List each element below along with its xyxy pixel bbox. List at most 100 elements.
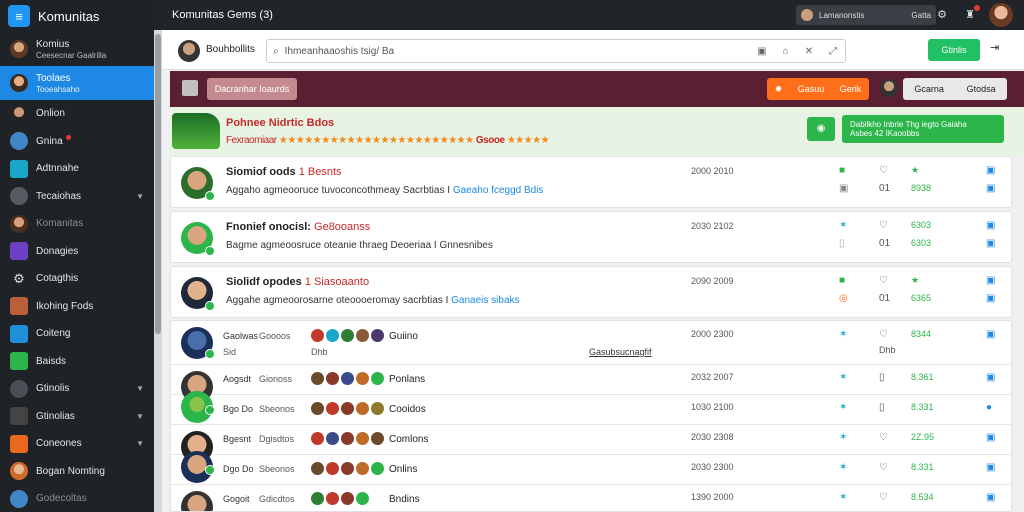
trash-icon[interactable]: ▣ <box>986 462 995 473</box>
chevron-down-icon: ▼ <box>136 439 144 449</box>
sidebar-item-bogan-nomting[interactable]: Bogan Nomting <box>0 458 154 486</box>
orange-button[interactable]: ✹ Gasuu Gerik <box>767 78 869 100</box>
emoji-icon <box>371 329 384 342</box>
row-time: 2000 2300 <box>691 329 734 339</box>
trash-icon[interactable]: ▣ <box>986 372 995 383</box>
post-link[interactable]: Gaeaho fceggd Bdis <box>453 185 544 196</box>
online-badge <box>205 349 215 359</box>
star-icon[interactable]: ✶ <box>839 372 847 383</box>
star-icon[interactable]: ✶ <box>839 220 847 231</box>
bookmark-icon[interactable]: ♡ <box>879 492 888 503</box>
sidebar-scrollbar[interactable] <box>154 30 162 512</box>
gray-button[interactable]: Gcarna Gtodsa <box>903 78 1007 100</box>
trash-icon[interactable]: ▣ <box>986 165 995 176</box>
table-row[interactable]: Bgesnt Dgisdtos Comlons 2030 2308 ✶ ♡ 2Z.… <box>171 425 1011 463</box>
sidebar-item-baisds[interactable]: Baisds <box>0 348 154 376</box>
avatar[interactable] <box>880 79 898 97</box>
sidebar-item-komanitas[interactable]: Komanitas <box>0 210 154 238</box>
sidebar-item-cotagthis[interactable]: ⚙ Cotagthis <box>0 265 154 293</box>
bookmark-icon[interactable] <box>182 80 198 96</box>
sidebar-item-gtinolis[interactable]: Gtinolis ▼ <box>0 375 154 403</box>
sidebar-item-donagies[interactable]: Donagies <box>0 238 154 266</box>
sidebar-item-active[interactable]: Toolaes Tooeahsaho <box>0 66 154 100</box>
sidebar-item-profile[interactable]: Komius Ceesecnar Gaalrilla <box>0 32 154 66</box>
table-row[interactable]: Gaolwas Goooos Sid Dhb Guiino Gasubsucnagf… <box>171 321 1011 365</box>
compose-input[interactable]: ⌕ Ihmeanhaaoshis tsig/ Ba ▣ ⌂ ✕ ⤢ <box>266 39 846 63</box>
sidebar-item-online[interactable]: Onlion <box>0 100 154 128</box>
bookmark-icon[interactable]: ♡ <box>879 275 888 286</box>
sidebar-item-coneones[interactable]: Coneones ▼ <box>0 430 154 458</box>
table-row[interactable]: Bgo Do Sbeonos Cooidos 1030 2100 ✶ ▯ 8.33… <box>171 391 1011 425</box>
sidebar-item-ikohing-fods[interactable]: Ikohing Fods <box>0 293 154 321</box>
bookmark-icon[interactable]: ♡ <box>879 329 888 340</box>
share-icon[interactable]: ⇥ <box>990 41 999 54</box>
file-icon[interactable]: ▯ <box>839 238 845 249</box>
notification-badge <box>974 5 980 11</box>
close-icon[interactable]: ✕ <box>805 46 813 57</box>
bookmark-icon[interactable]: ♡ <box>879 165 888 176</box>
trash-icon[interactable]: ▣ <box>986 329 995 340</box>
table-row[interactable]: Dgo Do Sbeonos Onlins 2030 2300 ✶ ♡ 8.331… <box>171 451 1011 485</box>
post-link[interactable]: Ganaeis sibaks <box>451 295 519 306</box>
emoji-icon <box>311 492 324 505</box>
scrollbar-thumb[interactable] <box>155 34 161 334</box>
image-icon[interactable]: ▣ <box>839 183 848 194</box>
trash-icon[interactable]: ▣ <box>986 432 995 443</box>
avatar <box>181 491 213 511</box>
table-row[interactable]: Aogsdt Gionoss Ponlans 2032 2007 ✶ ▯ 8.36… <box>171 365 1011 403</box>
clock-icon[interactable]: ◎ <box>839 293 848 304</box>
sidebar-item-tecaiohas[interactable]: Tecaiohas ▼ <box>0 183 154 211</box>
star-icon[interactable]: ✶ <box>839 402 847 413</box>
sidebar-item-label: Gnina <box>36 135 63 147</box>
refresh-icon[interactable]: ◉ <box>807 117 835 141</box>
bookmark-icon[interactable]: ♡ <box>879 462 888 473</box>
star-icon[interactable]: ★ <box>911 275 919 286</box>
post-desc: Bagme agmeoosruce oteanie thraeg Deoeria… <box>226 240 493 251</box>
avatar <box>178 40 200 62</box>
compose-bar: Bouhbollits ⌕ Ihmeanhaaoshis tsig/ Ba ▣ ⌂… <box>162 30 1024 70</box>
sidebar-item-coiteng[interactable]: Coiteng <box>0 320 154 348</box>
flag-icon[interactable]: ■ <box>839 275 845 286</box>
user-avatar[interactable] <box>989 3 1013 27</box>
table-row[interactable]: Gogoit Gdicdtos Bndins 1390 2000 ✶ ♡ 8.53… <box>171 485 1011 511</box>
sidebar-item-games[interactable]: Gnina <box>0 128 154 156</box>
top-search[interactable]: Lamanonstis Gatta <box>796 5 936 25</box>
trash-icon[interactable]: ▣ <box>986 275 995 286</box>
star-icon[interactable]: ★ <box>911 165 919 176</box>
settings-icon[interactable]: ⚙ <box>936 9 948 21</box>
post-desc-text: Aggahe agmeoorosarne oteoooeromay sacrbt… <box>226 295 449 306</box>
emoji-icon <box>356 432 369 445</box>
sidebar-item-godecoltas[interactable]: Godecoltas <box>0 485 154 512</box>
star-icon[interactable]: ✶ <box>839 492 847 503</box>
confirm-button[interactable]: Gtinlis <box>928 39 980 61</box>
banner-cta-button[interactable]: Dabilkho Inbrie Thg iegto Gaiaha Asbes 42… <box>842 115 1004 143</box>
row-name2: Gionoss <box>259 374 293 384</box>
file-icon[interactable]: ▯ <box>879 402 885 413</box>
trash-icon[interactable]: ▣ <box>986 220 995 231</box>
expand-icon[interactable]: ⤢ <box>829 46 837 57</box>
flag-icon[interactable]: ■ <box>839 165 845 176</box>
menu-icon[interactable]: ≡ <box>8 5 30 27</box>
sidebar-item-gtinolias[interactable]: Gtinolias ▼ <box>0 403 154 431</box>
delete-icon[interactable]: ▣ <box>986 183 995 194</box>
image-icon[interactable]: ▣ <box>757 46 766 57</box>
post-card[interactable]: Siolidf opodes 1 Siasoaanto Aggahe agmeo… <box>170 266 1012 318</box>
attach-icon[interactable]: ⌂ <box>783 46 789 57</box>
trash-icon[interactable]: ▣ <box>986 492 995 503</box>
star-icon[interactable]: ✶ <box>839 432 847 443</box>
delete-icon[interactable]: ▣ <box>986 293 995 304</box>
bookmark-icon[interactable]: ♡ <box>879 432 888 443</box>
post-card[interactable]: Siomiof oods 1 Besnts Aggaho agmeooruce … <box>170 156 1012 208</box>
row-link[interactable]: Gasubsucnagfif <box>589 347 652 357</box>
row-status: Cooidos <box>389 404 426 415</box>
sidebar-item-adtnnahe[interactable]: Adtnnahe <box>0 155 154 183</box>
star-icon[interactable]: ✶ <box>839 462 847 473</box>
file-icon[interactable]: ▯ <box>879 372 885 383</box>
delete-icon[interactable]: ▣ <box>986 238 995 249</box>
info-icon[interactable]: ● <box>986 402 992 413</box>
star-icon[interactable]: ✶ <box>839 329 847 340</box>
hero-button[interactable]: Dacranhar Ioaurds <box>207 78 297 100</box>
bell-icon[interactable]: ♜ <box>964 9 976 21</box>
post-card[interactable]: Fnonief onocisl: Ge8ooanss Bagme agmeoos… <box>170 211 1012 263</box>
bookmark-icon[interactable]: ♡ <box>879 220 888 231</box>
